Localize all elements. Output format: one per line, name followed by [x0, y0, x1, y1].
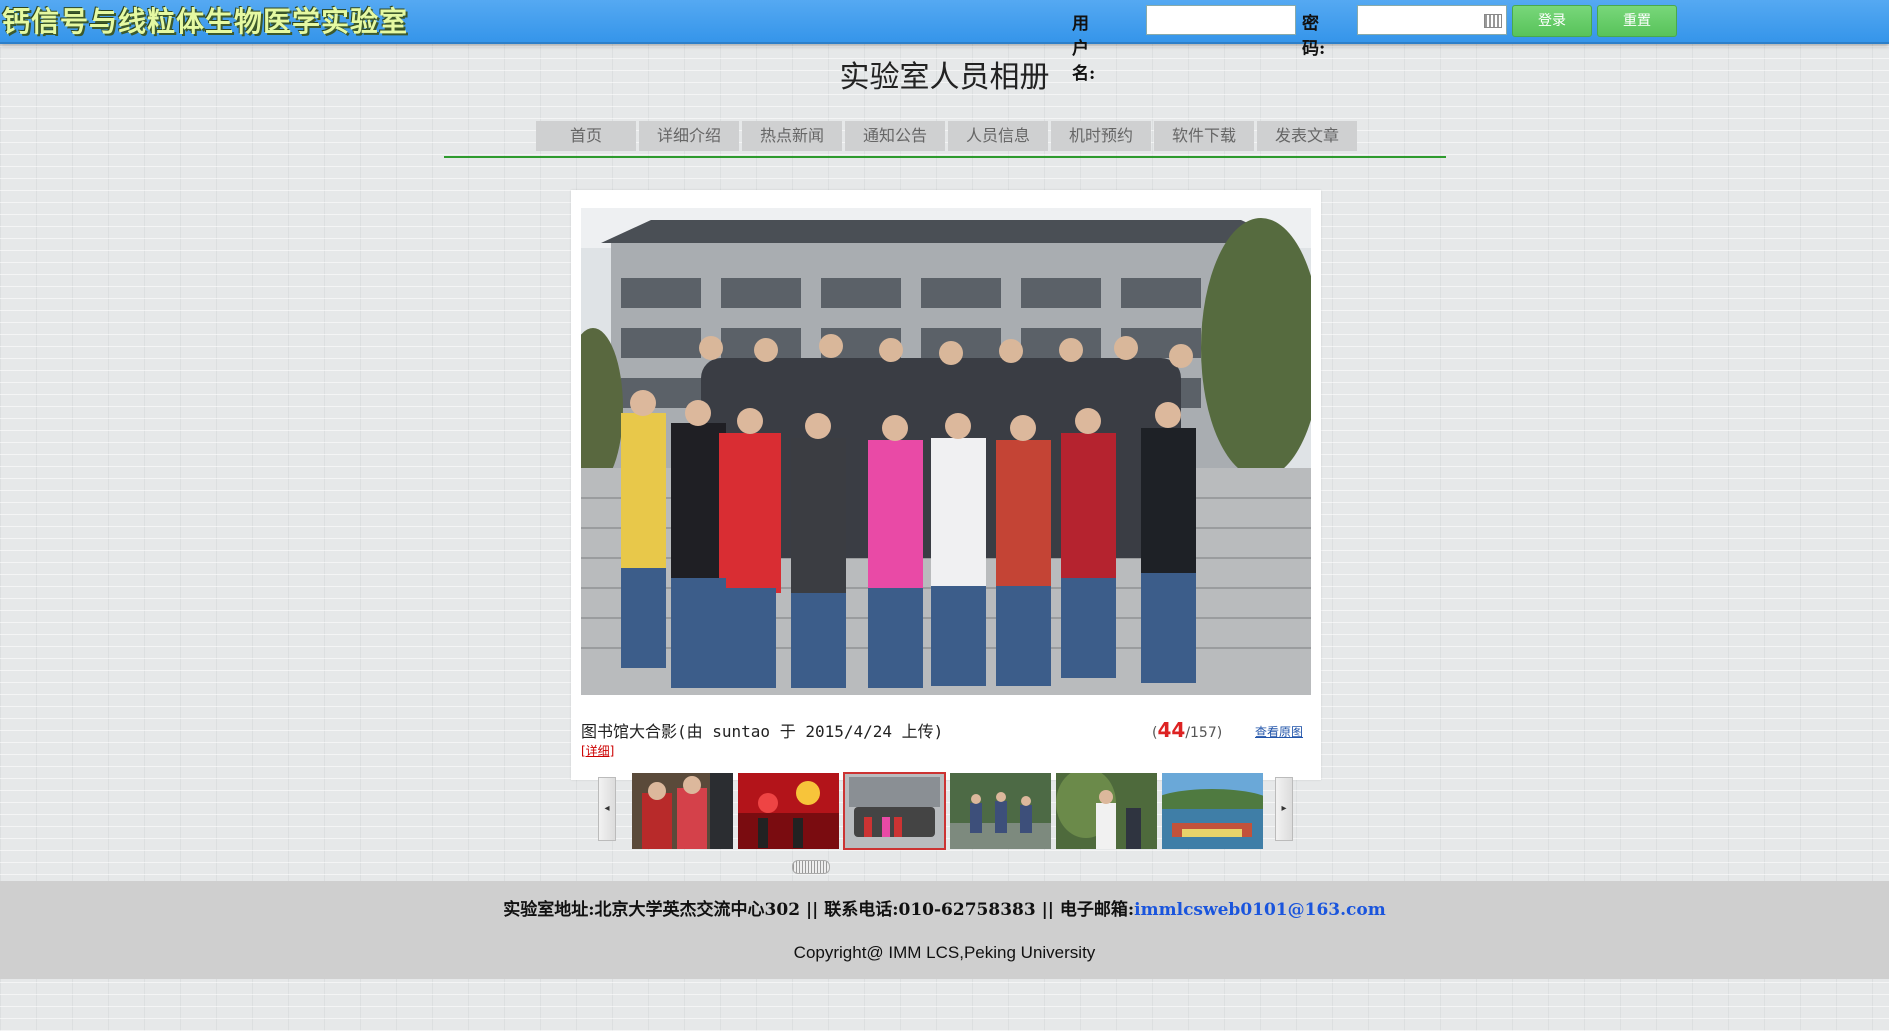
thumbnail[interactable]: [1056, 773, 1157, 849]
counter-close: ): [1216, 725, 1223, 741]
copyright: Copyright@ IMM LCS,Peking University: [793, 943, 1096, 962]
keyboard-icon[interactable]: [1484, 14, 1502, 28]
email-link[interactable]: immlcsweb0101@163.com: [1134, 900, 1386, 920]
reset-button[interactable]: 重置: [1597, 5, 1677, 37]
nav-item-people[interactable]: 人员信息: [948, 121, 1048, 151]
footer: 实验室地址:北京大学英杰交流中心302 || 联系电话:010-62758383…: [0, 881, 1889, 979]
current-index: 44: [1157, 718, 1186, 742]
nav-underline: [444, 156, 1446, 158]
group-photo-image: [581, 208, 1311, 695]
nav-item-downloads[interactable]: 软件下载: [1154, 121, 1254, 151]
contact-text: 实验室地址:北京大学英杰交流中心302 || 联系电话:010-62758383…: [503, 900, 1135, 920]
total-count: /157: [1185, 725, 1217, 741]
prev-thumb-button[interactable]: ◂: [598, 777, 616, 841]
thumbnail[interactable]: [632, 773, 733, 849]
top-bar: 钙信号与线粒体生物医学实验室 用户名: 密码: 登录 重置: [0, 0, 1889, 84]
page-title: 实验室人员相册: [839, 60, 1050, 95]
nav-item-booking[interactable]: 机时预约: [1051, 121, 1151, 151]
thumbnail-image: [1162, 773, 1263, 849]
nav-item-home[interactable]: 首页: [536, 121, 636, 151]
strip-drag-handle[interactable]: [792, 860, 830, 874]
photo-panel: 图书馆大合影(由 suntao 于 2015/4/24 上传) [详细] (44…: [571, 190, 1321, 780]
thumbnail[interactable]: [950, 773, 1051, 849]
thumbnail[interactable]: [1162, 773, 1263, 849]
nav-item-publications[interactable]: 发表文章: [1257, 121, 1357, 151]
site-title: 钙信号与线粒体生物医学实验室: [2, 5, 409, 38]
thumbnail-image: [1056, 773, 1157, 849]
nav-item-intro[interactable]: 详细介绍: [639, 121, 739, 151]
contact-info: 实验室地址:北京大学英杰交流中心302 || 联系电话:010-62758383…: [0, 895, 1889, 920]
thumbnail[interactable]: [738, 773, 839, 849]
nav-item-notices[interactable]: 通知公告: [845, 121, 945, 151]
thumbnail-image: [738, 773, 839, 849]
nav-item-news[interactable]: 热点新闻: [742, 121, 842, 151]
detail-link[interactable]: [详细]: [581, 742, 614, 759]
thumbnail-image: [950, 773, 1051, 849]
chevron-right-icon: ▸: [1281, 803, 1287, 814]
main-photo[interactable]: [581, 208, 1311, 695]
chevron-left-icon: ◂: [604, 803, 610, 814]
login-button[interactable]: 登录: [1512, 5, 1592, 37]
thumbnail-image: [844, 773, 945, 849]
view-original-link[interactable]: 查看原图: [1255, 723, 1303, 740]
username-input[interactable]: [1146, 5, 1296, 35]
next-thumb-button[interactable]: ▸: [1275, 777, 1293, 841]
photo-caption: 图书馆大合影(由 suntao 于 2015/4/24 上传): [581, 722, 944, 741]
photo-counter: (44/157): [1152, 718, 1222, 742]
thumbnail-image: [632, 773, 733, 849]
thumbnail-selected[interactable]: [843, 772, 946, 850]
